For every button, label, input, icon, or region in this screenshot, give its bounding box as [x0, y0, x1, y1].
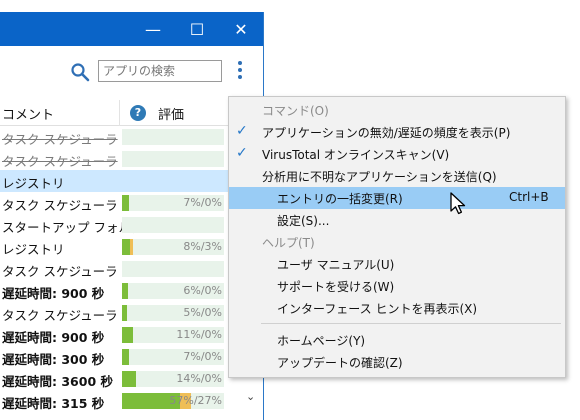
rating-percent: 8%/3%: [183, 240, 222, 253]
context-menu: コマンド(O) ✓ アプリケーションの無効/遅延の頻度を表示(P) ✓ VirusTot…: [228, 96, 566, 378]
title-bar: — ☐ ✕: [0, 12, 263, 46]
rating-bar-fill: [122, 305, 127, 321]
menu-item[interactable]: ホームページ(Y): [229, 329, 565, 351]
menu-item-shortcut: Ctrl+B: [509, 190, 549, 204]
row-comment: 遅延時間: 315 秒: [2, 396, 105, 411]
rating-percent: 7%/0%: [183, 350, 222, 363]
row-comment: 遅延時間: 900 秒: [2, 286, 105, 301]
rating-percent: 14%/0%: [176, 372, 222, 385]
menu-separator: [261, 323, 561, 324]
menu-item-label: アプリケーションの無効/遅延の頻度を表示(P): [262, 126, 511, 140]
rating-bar: [122, 261, 224, 277]
row-comment: レジストリ: [2, 242, 65, 257]
menu-section-header: コマンド(O): [229, 99, 565, 121]
menu-item-label: コマンド(O): [262, 104, 329, 118]
row-comment: 遅延時間: 3600 秒: [2, 374, 113, 389]
scroll-down-icon[interactable]: ⌄: [246, 390, 255, 403]
rating-bar-fill: [122, 239, 130, 255]
menu-item-label: アップデートの確認(Z): [277, 356, 403, 370]
table-row[interactable]: タスク スケジューラ 5%/0%: [0, 302, 263, 324]
rating-percent: 57%/27%: [169, 394, 222, 407]
table-row[interactable]: タスク スケジューラ: [0, 126, 263, 148]
menu-item-label: ホームページ(Y): [277, 334, 366, 348]
menu-item[interactable]: エントリの一括変更(R) Ctrl+B: [229, 187, 565, 209]
maximize-button[interactable]: ☐: [175, 12, 219, 46]
row-comment: タスク スケジューラ: [2, 198, 118, 213]
row-comment: タスク スケジューラ: [2, 308, 118, 323]
app-window: — ☐ ✕ アプリの検索 コメント ? 評価 タスク スケジューラ タスク スケジ…: [0, 12, 264, 420]
rating-percent: 6%/0%: [183, 284, 222, 297]
menu-item-label: ユーザ マニュアル(U): [277, 258, 395, 272]
menu-section-header: ヘルプ(T): [229, 231, 565, 253]
table-row[interactable]: タスク スケジューラ: [0, 148, 263, 170]
minimize-button[interactable]: —: [131, 12, 175, 46]
table-row[interactable]: 遅延時間: 900 秒 6%/0%: [0, 280, 263, 302]
table-row[interactable]: 遅延時間: 300 秒 7%/0%: [0, 346, 263, 368]
rating-bar: 7%/0%: [122, 195, 224, 211]
table-row[interactable]: レジストリ: [0, 170, 263, 192]
table-row[interactable]: 遅延時間: 3600 秒 14%/0%: [0, 368, 263, 390]
rating-percent: 11%/0%: [176, 328, 222, 341]
menu-item-label: 設定(S)...: [277, 214, 330, 228]
checkmark-icon: ✓: [236, 123, 248, 139]
rating-bar-fill-secondary: [130, 239, 133, 255]
rating-bar: 8%/3%: [122, 239, 224, 255]
table-row[interactable]: 遅延時間: 315 秒 57%/27%: [0, 390, 263, 412]
menu-item-label: 分析用に不明なアプリケーションを送信(Q): [262, 170, 497, 184]
rating-bar-fill: [122, 349, 129, 365]
row-comment: タスク スケジューラ: [2, 154, 118, 169]
row-comment: 遅延時間: 900 秒: [2, 330, 105, 345]
table-row[interactable]: タスク スケジューラ 7%/0%: [0, 192, 263, 214]
rating-bar: [122, 217, 224, 233]
menu-item[interactable]: ✓ アプリケーションの無効/遅延の頻度を表示(P): [229, 121, 565, 143]
rating-bar: 14%/0%: [122, 371, 224, 387]
menu-item[interactable]: アップデートの確認(Z): [229, 351, 565, 373]
table-row[interactable]: タスク スケジューラ: [0, 258, 263, 280]
rating-bar: [122, 129, 224, 145]
close-button[interactable]: ✕: [219, 12, 263, 46]
column-divider[interactable]: [119, 100, 120, 126]
rating-bar-fill: [122, 371, 136, 387]
menu-item[interactable]: 設定(S)...: [229, 209, 565, 231]
menu-item-label: ヘルプ(T): [262, 236, 315, 250]
row-comment: タスク スケジューラ: [2, 132, 118, 147]
rating-bar-fill: [122, 327, 133, 343]
rating-bar: [122, 151, 224, 167]
menu-item-label: VirusTotal オンラインスキャン(V): [262, 148, 450, 162]
row-comment: 遅延時間: 300 秒: [2, 352, 105, 367]
toolbar: アプリの検索: [0, 46, 263, 96]
rating-bar-fill: [122, 283, 128, 299]
menu-item-label: インターフェース ヒントを再表示(X): [277, 302, 478, 316]
search-icon[interactable]: [70, 62, 90, 82]
row-comment: レジストリ: [2, 176, 65, 191]
rating-percent: 7%/0%: [183, 196, 222, 209]
table-header: コメント ? 評価: [0, 100, 263, 126]
row-comment: タスク スケジューラ: [2, 264, 118, 279]
rating-bar: 11%/0%: [122, 327, 224, 343]
menu-item-label: エントリの一括変更(R): [277, 192, 403, 206]
menu-item[interactable]: ✓ VirusTotal オンラインスキャン(V): [229, 143, 565, 165]
column-header-rating[interactable]: 評価: [158, 104, 184, 123]
column-header-comment[interactable]: コメント: [2, 104, 54, 123]
checkmark-icon: ✓: [236, 145, 248, 161]
rating-bar: 5%/0%: [122, 305, 224, 321]
kebab-menu-icon[interactable]: [234, 58, 246, 84]
search-input[interactable]: アプリの検索: [98, 60, 222, 82]
menu-item[interactable]: ユーザ マニュアル(U): [229, 253, 565, 275]
table-row[interactable]: スタートアップ フォルダ: [0, 214, 263, 236]
help-icon[interactable]: ?: [130, 105, 146, 121]
mouse-pointer-icon: [450, 192, 466, 215]
rating-bar: 7%/0%: [122, 349, 224, 365]
table-row[interactable]: レジストリ 8%/3%: [0, 236, 263, 258]
rating-percent: 5%/0%: [183, 306, 222, 319]
menu-item[interactable]: インターフェース ヒントを再表示(X): [229, 297, 565, 319]
menu-item-label: サポートを受ける(W): [277, 280, 395, 294]
menu-item[interactable]: 分析用に不明なアプリケーションを送信(Q): [229, 165, 565, 187]
rating-bar: 57%/27%: [122, 393, 224, 409]
rating-bar: 6%/0%: [122, 283, 224, 299]
rating-bar-fill: [122, 195, 129, 211]
table-row[interactable]: 遅延時間: 900 秒 11%/0%: [0, 324, 263, 346]
menu-item[interactable]: サポートを受ける(W): [229, 275, 565, 297]
